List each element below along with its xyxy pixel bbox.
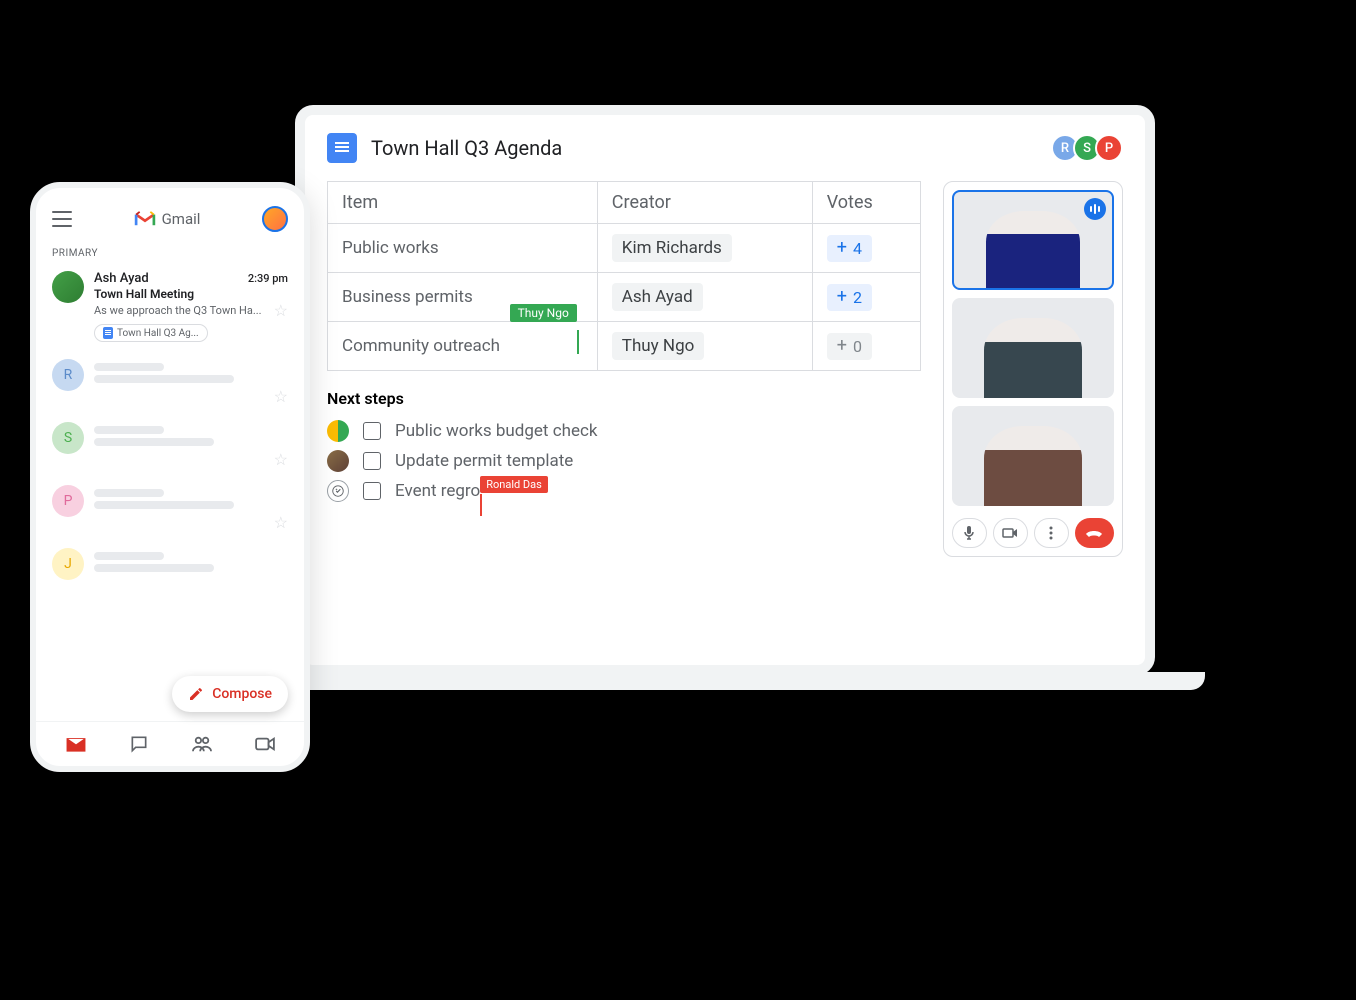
step-text[interactable]: Event regroRonald Das [395, 481, 480, 501]
doc-body[interactable]: Item Creator Votes Public works Kim Rich… [327, 181, 921, 557]
nav-spaces-icon[interactable] [190, 732, 214, 756]
email-sender: Ash Ayad [94, 271, 149, 286]
avatar: S [52, 422, 84, 454]
email-placeholder[interactable]: S ☆ [36, 414, 304, 477]
account-avatar[interactable] [262, 206, 288, 232]
camera-icon [1002, 527, 1018, 539]
mic-icon [963, 525, 975, 541]
step-text[interactable]: Update permit template [395, 451, 573, 471]
add-assignee-icon[interactable] [327, 480, 349, 502]
checklist-item[interactable]: Event regroRonald Das [327, 476, 921, 506]
assignee-avatar[interactable] [327, 450, 349, 472]
compose-button[interactable]: Compose [172, 676, 288, 712]
email-placeholder[interactable]: J [36, 540, 304, 588]
collaborator-cursor-tag: Thuy Ngo [510, 304, 577, 322]
star-icon[interactable]: ☆ [274, 387, 288, 406]
step-text[interactable]: Public works budget check [395, 421, 598, 441]
vote-chip[interactable]: +4 [827, 235, 872, 262]
checkbox[interactable] [363, 482, 381, 500]
checkbox[interactable] [363, 452, 381, 470]
sender-avatar [52, 271, 84, 303]
bottom-nav [36, 721, 304, 766]
gmail-logo: Gmail [86, 210, 248, 228]
meet-sidebar [943, 181, 1123, 557]
avatar: R [52, 359, 84, 391]
vote-chip[interactable]: +0 [827, 333, 872, 360]
meet-controls [952, 518, 1114, 548]
hangup-icon [1084, 528, 1104, 538]
docs-app-icon[interactable] [327, 133, 357, 163]
hangup-button[interactable] [1075, 518, 1114, 548]
checklist-item[interactable]: Public works budget check [327, 416, 921, 446]
star-icon[interactable]: ☆ [274, 301, 288, 320]
creator-chip[interactable]: Kim Richards [612, 234, 732, 262]
table-row[interactable]: Public works Kim Richards +4 [328, 224, 921, 273]
menu-icon[interactable] [52, 211, 72, 227]
plus-icon: + [837, 288, 847, 306]
item-cell[interactable]: Community outreach Thuy Ngo [328, 322, 598, 371]
meet-video-tile[interactable] [952, 298, 1114, 398]
compose-label: Compose [212, 686, 272, 702]
nav-mail-icon[interactable] [64, 732, 88, 756]
speaking-indicator-icon [1084, 198, 1106, 220]
vote-chip[interactable]: +2 [827, 284, 872, 311]
collaborator-cursor [480, 494, 482, 516]
creator-chip[interactable]: Thuy Ngo [612, 332, 705, 360]
collaborator-avatar[interactable]: P [1095, 134, 1123, 162]
checkbox[interactable] [363, 422, 381, 440]
table-header-creator: Creator [597, 182, 812, 224]
collaborator-cursor [577, 330, 579, 354]
docs-laptop-mockup: Town Hall Q3 Agenda R S P Item Creator V… [295, 105, 1155, 675]
attachment-name: Town Hall Q3 Ag... [117, 328, 199, 339]
email-snippet: As we approach the Q3 Town Ha... [94, 304, 270, 317]
table-row[interactable]: Business permits Ash Ayad +2 [328, 273, 921, 322]
more-options-button[interactable] [1034, 518, 1069, 548]
email-time: 2:39 pm [248, 272, 288, 285]
item-cell[interactable]: Public works [328, 224, 598, 273]
table-row[interactable]: Community outreach Thuy Ngo Thuy Ngo +0 [328, 322, 921, 371]
email-list: Ash Ayad 2:39 pm Town Hall Meeting As we… [36, 263, 304, 721]
gmail-m-icon [134, 211, 156, 227]
avatar: P [52, 485, 84, 517]
attachment-chip[interactable]: Town Hall Q3 Ag... [94, 324, 208, 342]
gmail-header: Gmail [36, 200, 304, 242]
doc-header: Town Hall Q3 Agenda R S P [327, 133, 1123, 163]
creator-chip[interactable]: Ash Ayad [612, 283, 703, 311]
collaborator-cursor-tag: Ronald Das [480, 476, 548, 493]
nav-chat-icon[interactable] [127, 732, 151, 756]
laptop-base [245, 672, 1205, 690]
pencil-icon [188, 686, 204, 702]
meet-video-tile[interactable] [952, 190, 1114, 290]
agenda-table[interactable]: Item Creator Votes Public works Kim Rich… [327, 181, 921, 371]
gmail-app-name: Gmail [162, 210, 201, 228]
assignee-avatar[interactable] [327, 420, 349, 442]
next-steps-heading: Next steps [327, 389, 921, 408]
plus-icon: + [837, 337, 847, 355]
plus-icon: + [837, 239, 847, 257]
collaborator-avatars[interactable]: R S P [1057, 134, 1123, 162]
gmail-phone-mockup: Gmail PRIMARY Ash Ayad 2:39 pm Town Hall… [30, 182, 310, 772]
camera-button[interactable] [993, 518, 1028, 548]
email-item[interactable]: Ash Ayad 2:39 pm Town Hall Meeting As we… [36, 263, 304, 351]
email-placeholder[interactable]: R ☆ [36, 351, 304, 414]
doc-title[interactable]: Town Hall Q3 Agenda [371, 136, 1043, 160]
email-subject: Town Hall Meeting [94, 287, 288, 301]
avatar: J [52, 548, 84, 580]
table-header-votes: Votes [812, 182, 920, 224]
star-icon[interactable]: ☆ [274, 513, 288, 532]
primary-tab-label[interactable]: PRIMARY [36, 242, 304, 263]
checklist-item[interactable]: Update permit template [327, 446, 921, 476]
mic-button[interactable] [952, 518, 987, 548]
meet-video-tile[interactable] [952, 406, 1114, 506]
docs-icon [103, 327, 113, 339]
email-placeholder[interactable]: P ☆ [36, 477, 304, 540]
nav-meet-icon[interactable] [253, 732, 277, 756]
star-icon[interactable]: ☆ [274, 450, 288, 469]
more-vertical-icon [1049, 526, 1053, 540]
table-header-item: Item [328, 182, 598, 224]
